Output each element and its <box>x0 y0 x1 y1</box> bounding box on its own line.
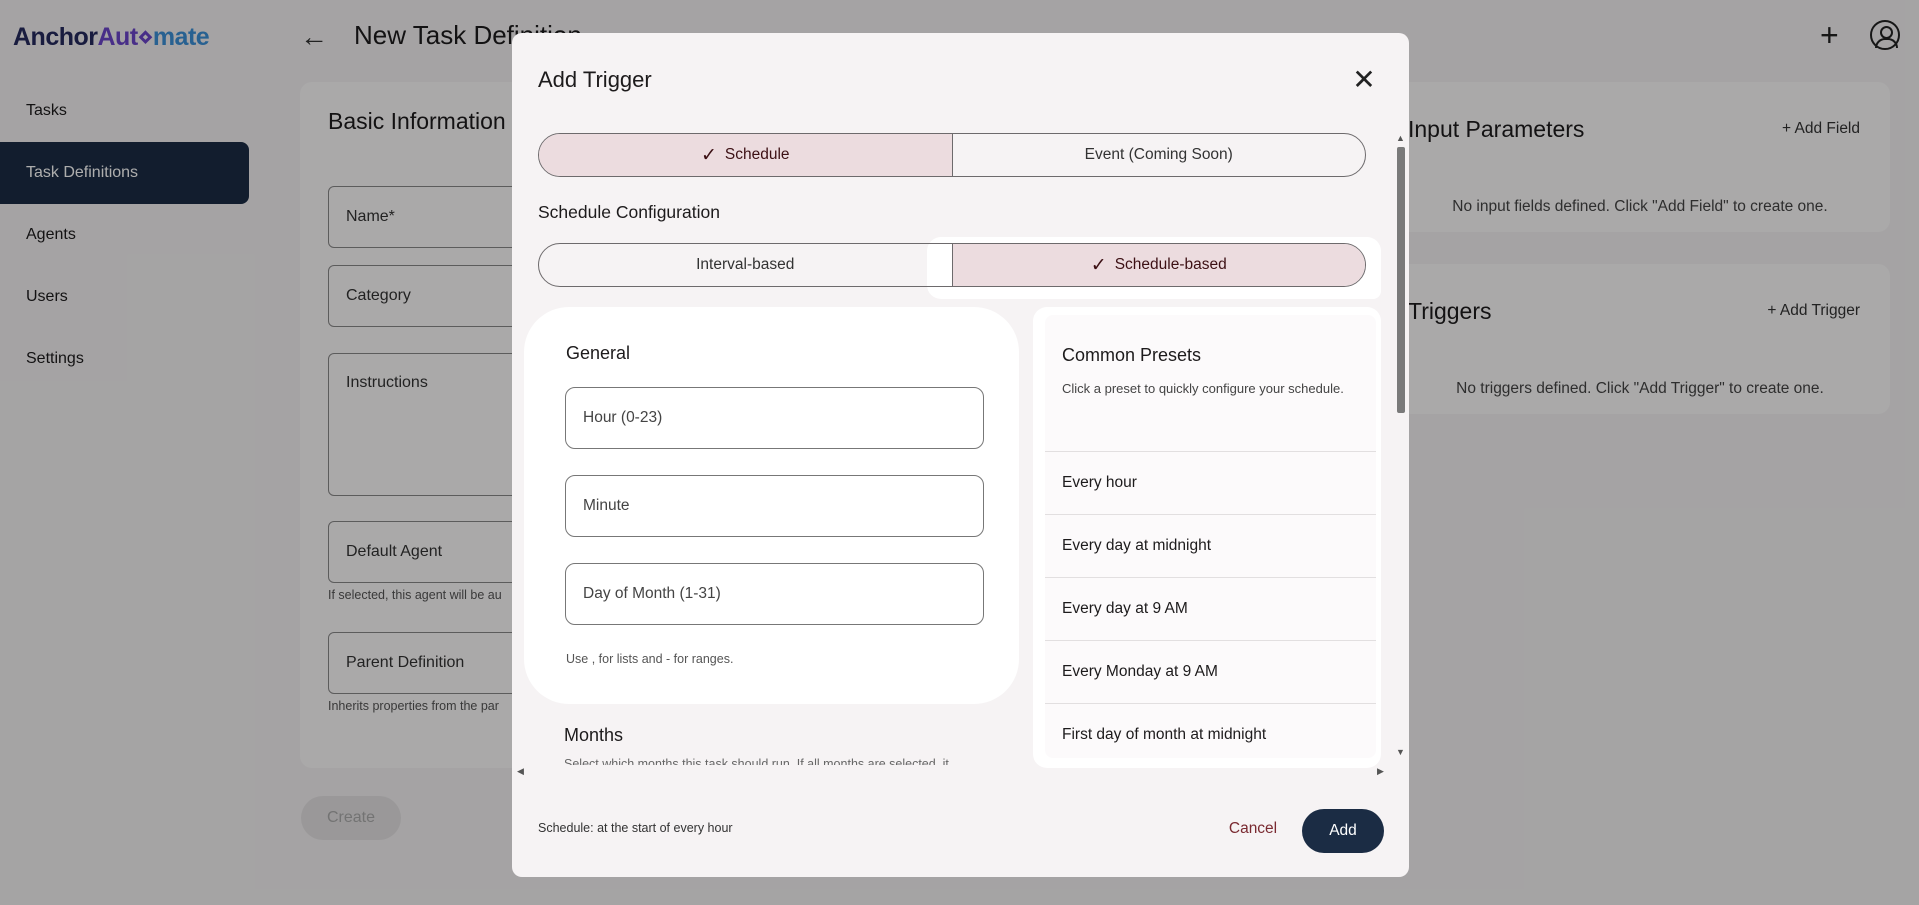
preset-every-day-midnight[interactable]: Every day at midnight <box>1045 514 1376 577</box>
scroll-right-icon[interactable]: ▶ <box>1377 766 1384 777</box>
preset-every-monday-9am[interactable]: Every Monday at 9 AM <box>1045 640 1376 703</box>
scrollbar-thumb[interactable] <box>1397 147 1405 413</box>
add-trigger-dialog: Add Trigger ✕ ✓ Schedule Event (Coming S… <box>512 33 1409 877</box>
months-description: Select which months this task should run… <box>564 757 949 765</box>
common-presets-panel: Common Presets Click a preset to quickly… <box>1045 315 1376 758</box>
general-hint: Use , for lists and - for ranges. <box>566 652 734 666</box>
scroll-left-icon[interactable]: ◀ <box>517 766 524 777</box>
tab-interval-based[interactable]: Interval-based <box>539 244 952 286</box>
preset-every-day-9am[interactable]: Every day at 9 AM <box>1045 577 1376 640</box>
general-title: General <box>566 343 631 363</box>
vertical-scrollbar[interactable]: ▲ <box>1395 133 1407 763</box>
tab-schedule-based[interactable]: ✓ Schedule-based <box>951 244 1365 286</box>
tab-schedule-label: Schedule <box>724 146 790 163</box>
dialog-title: Add Trigger <box>538 67 652 92</box>
scroll-down-icon[interactable]: ▼ <box>1396 747 1405 757</box>
common-presets-description: Click a preset to quickly configure your… <box>1062 381 1344 396</box>
tab-event-label: Event (Coming Soon) <box>1084 146 1233 163</box>
common-presets-title: Common Presets <box>1062 345 1202 365</box>
add-button[interactable]: Add <box>1302 809 1384 853</box>
hour-field[interactable]: Hour (0-23) <box>565 387 984 449</box>
tab-event[interactable]: Event (Coming Soon) <box>951 134 1366 176</box>
preset-list: Every hour Every day at midnight Every d… <box>1045 451 1376 758</box>
check-icon: ✓ <box>700 144 717 166</box>
preset-first-day-of-month[interactable]: First day of month at midnight <box>1045 703 1376 758</box>
scroll-up-icon[interactable]: ▲ <box>1396 133 1405 143</box>
months-title: Months <box>564 725 624 745</box>
preset-every-hour[interactable]: Every hour <box>1045 451 1376 514</box>
presets-highlight: Common Presets Click a preset to quickly… <box>1033 307 1381 768</box>
day-of-month-field[interactable]: Day of Month (1-31) <box>565 563 984 625</box>
schedule-mode-toggle: Interval-based ✓ Schedule-based <box>538 243 1366 287</box>
minute-field[interactable]: Minute <box>565 475 984 537</box>
schedule-configuration-label: Schedule Configuration <box>538 202 720 222</box>
close-icon[interactable]: ✕ <box>1349 65 1379 95</box>
trigger-type-toggle: ✓ Schedule Event (Coming Soon) <box>538 133 1366 177</box>
tab-interval-based-label: Interval-based <box>696 256 795 273</box>
cancel-button[interactable]: Cancel <box>1221 811 1285 847</box>
tab-schedule[interactable]: ✓ Schedule <box>539 134 952 176</box>
schedule-summary: Schedule: at the start of every hour <box>538 821 733 835</box>
general-panel: General Hour (0-23) Minute Day of Month … <box>524 307 1019 704</box>
check-icon: ✓ <box>1090 254 1107 276</box>
tab-schedule-based-label: Schedule-based <box>1114 256 1227 273</box>
